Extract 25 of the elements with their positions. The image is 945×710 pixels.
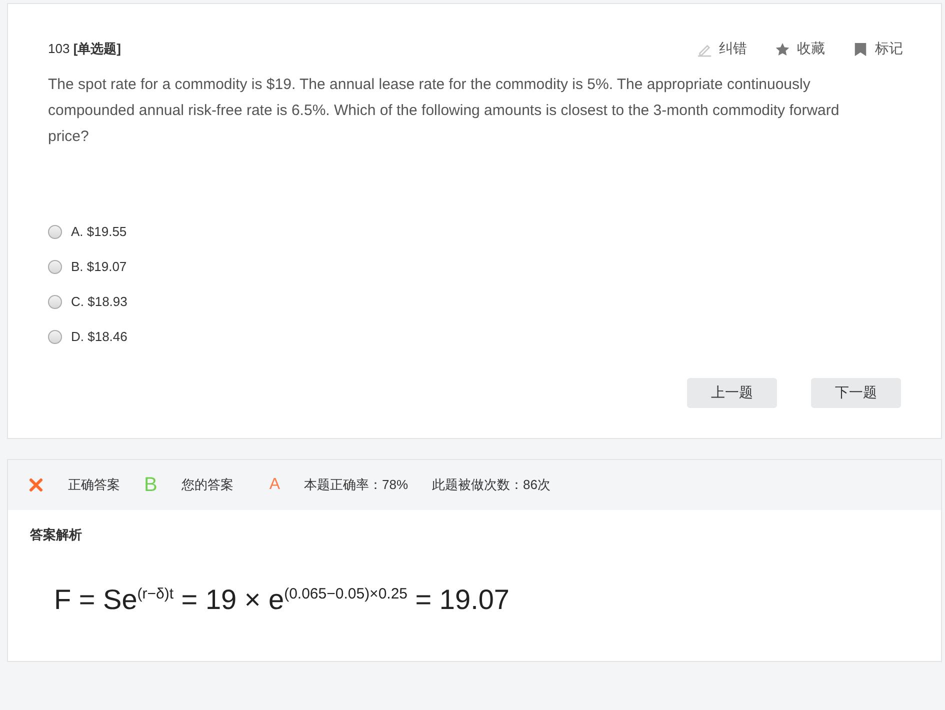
correct-button[interactable]: 纠错	[697, 40, 747, 58]
nav-button[interactable]: 下一题	[811, 378, 901, 408]
accuracy-text: 本题正确率：78%	[304, 476, 408, 494]
analysis-title: 答案解析	[30, 526, 83, 544]
star-icon	[775, 42, 790, 56]
nav-button[interactable]: 上一题	[687, 378, 777, 408]
radio-button[interactable]	[48, 294, 62, 308]
your-answer-label: 您的答案	[181, 476, 234, 494]
option-label: C. $18.93	[71, 294, 128, 309]
bookmark-icon	[853, 42, 868, 56]
radio-button[interactable]	[48, 260, 62, 274]
option-label: B. $19.07	[71, 259, 127, 274]
question-number: 103 [单选题]	[48, 40, 121, 58]
option-label: A. $19.55	[71, 224, 127, 239]
correct-answer: B	[144, 474, 158, 496]
option-label: D. $18.46	[71, 329, 128, 344]
attempts-text: 此题被做次数：86次	[432, 476, 551, 494]
your-answer: A	[269, 476, 280, 494]
correct-answer-label: 正确答案	[68, 476, 120, 494]
favorite-button[interactable]: 收藏	[775, 40, 825, 58]
radio-button[interactable]	[48, 224, 62, 238]
mark-button[interactable]: 标记	[853, 40, 903, 58]
formula: F = Se$^{(r−δ)t}$ = 19 × e$^{(0.065−0.05)×0.25}$ = 19.07	[54, 584, 510, 616]
radio-button[interactable]	[48, 330, 62, 344]
question-text: The spot rate for a commodity is $19. The annual lease rate for the commodity is 5%. The appropriate continuously compounded annual risk-free rate is 6.5%. Which of the following amounts is closest to the 3-month commodity forward price?	[48, 75, 840, 147]
